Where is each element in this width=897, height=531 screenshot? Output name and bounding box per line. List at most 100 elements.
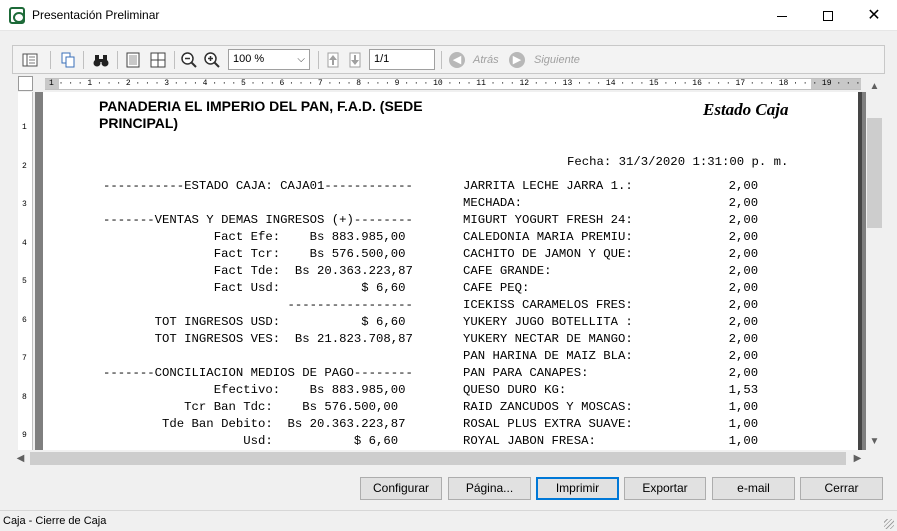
next-arrow-icon[interactable]: ▶ (509, 52, 525, 68)
horizontal-scrollbar[interactable]: ◀ ▶ (12, 450, 866, 467)
vertical-scroll-thumb[interactable] (867, 118, 882, 228)
horizontal-ruler: 1 · · · 1 · · · 2 · · · 3 · · · 4 · · · … (45, 78, 861, 90)
toolbar-separator (117, 51, 118, 69)
company-name: PANADERIA EL IMPERIO DEL PAN, F.A.D. (SE… (99, 98, 423, 131)
ruler-mark: 7 (22, 354, 27, 363)
copy-icon[interactable] (59, 51, 77, 69)
configurar-button[interactable]: Configurar (360, 477, 442, 500)
report-line: ICEKISS CARAMELOS FRES: 2,00 (463, 298, 759, 312)
ruler-mark: 3 (22, 200, 27, 209)
horizontal-scroll-thumb[interactable] (30, 452, 846, 465)
report-line: Fact Tcr: Bs 576.500,00 (103, 247, 406, 261)
scroll-right-icon[interactable]: ▶ (849, 450, 866, 467)
report-line: CAFE PEQ: 2,00 (463, 281, 759, 295)
ruler-mark: 5 (22, 277, 27, 286)
toolbar-separator (50, 51, 51, 69)
report-line: YUKERY NECTAR DE MANGO: 2,00 (463, 332, 759, 346)
last-page-icon[interactable] (346, 51, 364, 69)
resize-grip-icon[interactable] (884, 519, 894, 529)
report-line: PAN HARINA DE MAIZ BLA: 2,00 (463, 349, 759, 363)
ruler-mark: 8 (22, 393, 27, 402)
zoom-in-icon[interactable] (203, 51, 221, 69)
close-icon: ✕ (867, 7, 881, 24)
maximize-icon (823, 11, 833, 22)
maximize-button[interactable] (805, 0, 851, 31)
report-line (103, 348, 413, 365)
chevron-down-icon: ⌵ (297, 54, 305, 65)
cash-summary-column: -----------ESTADO CAJA: CAJA01----------… (103, 178, 413, 450)
preview-viewport[interactable]: PANADERIA EL IMPERIO DEL PAN, F.A.D. (SE… (35, 92, 866, 450)
report-line: CAFE GRANDE: 2,00 (463, 264, 759, 278)
toolbar-separator (318, 51, 319, 69)
back-arrow-icon[interactable]: ◀ (449, 52, 465, 68)
scroll-up-icon[interactable]: ▲ (866, 78, 883, 95)
page-shadow (858, 92, 862, 450)
report-line: JARRITA LECHE JARRA 1.: 2,00 (463, 179, 759, 193)
report-line: Fact Usd: $ 6,60 (103, 281, 406, 295)
report-line: ROYAL JABON FRESA: 1,00 (463, 434, 759, 448)
report-line: MECHADA: 2,00 (463, 196, 759, 210)
imprimir-button[interactable]: Imprimir (536, 477, 619, 500)
toolbar-separator (83, 51, 84, 69)
status-text: Caja - Cierre de Caja (3, 515, 107, 527)
binoculars-icon[interactable] (92, 51, 110, 69)
back-button[interactable]: Atrás (473, 54, 499, 66)
scroll-left-icon[interactable]: ◀ (12, 450, 29, 467)
cerrar-button[interactable]: Cerrar (800, 477, 883, 500)
toolbar-separator (174, 51, 175, 69)
minimize-icon (777, 15, 787, 17)
ruler-corner (18, 76, 33, 91)
report-line: RAID ZANCUDOS Y MOSCAS: 1,00 (463, 400, 759, 414)
minimize-button[interactable] (759, 0, 805, 31)
next-button[interactable]: Siguiente (534, 54, 580, 66)
report-line: ----------------- (103, 298, 413, 312)
report-line: -------VENTAS Y DEMAS INGRESOS (+)------… (103, 213, 413, 227)
scroll-down-icon[interactable]: ▼ (866, 433, 883, 450)
report-line: -------CONCILIACION MEDIOS DE PAGO------… (103, 366, 413, 380)
report-line: QUESO DURO KG: 1,53 (463, 383, 759, 397)
ruler-mark: 2 (22, 162, 27, 171)
report-line: YUKERY JUGO BOTELLITA : 2,00 (463, 315, 759, 329)
zoom-value: 100 % (233, 53, 265, 65)
product-list-column: JARRITA LECHE JARRA 1.: 2,00 MECHADA: 2,0… (463, 178, 758, 450)
close-button[interactable]: ✕ (851, 0, 897, 31)
vertical-scrollbar[interactable]: ▲ ▼ (866, 78, 883, 450)
zoom-select[interactable]: 100 % ⌵ (228, 49, 310, 70)
outline-toggle-icon[interactable] (21, 51, 39, 69)
ruler-mark: 4 (22, 239, 27, 248)
report-line: Fact Tde: Bs 20.363.223,87 (103, 264, 413, 278)
report-title: Estado Caja (703, 100, 789, 119)
window-title: Presentación Preliminar (32, 8, 160, 22)
email-button[interactable]: e-mail (712, 477, 795, 500)
toolbar-separator (441, 51, 442, 69)
report-line: PAN PARA CANAPES: 2,00 (463, 366, 759, 380)
report-page: PANADERIA EL IMPERIO DEL PAN, F.A.D. (SE… (43, 92, 858, 450)
report-date: Fecha: 31/3/2020 1:31:00 p. m. (567, 155, 789, 169)
title-bar: Presentación Preliminar ✕ (0, 0, 897, 31)
preview-toolbar: 100 % ⌵ 1/1 ◀ Atrás ▶ Siguiente (12, 45, 885, 74)
zoom-out-icon[interactable] (180, 51, 198, 69)
app-icon (9, 7, 25, 24)
pagina-button[interactable]: Página... (448, 477, 531, 500)
first-page-icon[interactable] (324, 51, 342, 69)
multi-page-icon[interactable] (149, 51, 167, 69)
report-line (103, 195, 413, 212)
report-line: CALEDONIA MARIA PREMIU: 2,00 (463, 230, 759, 244)
ruler-mark: 1 (22, 123, 27, 132)
report-line: Efectivo: Bs 883.985,00 (103, 383, 406, 397)
report-line: TOT INGRESOS VES: Bs 21.823.708,87 (103, 332, 413, 346)
report-line: CACHITO DE JAMON Y QUE: 2,00 (463, 247, 759, 261)
ruler-marks: 1 · · · 1 · · · 2 · · · 3 · · · 4 · · · … (49, 79, 861, 88)
vertical-ruler: 1 2 3 4 5 6 7 8 9 (18, 92, 33, 450)
single-page-icon[interactable] (124, 51, 142, 69)
report-line: TOT INGRESOS USD: $ 6,60 (103, 315, 406, 329)
ruler-mark: 6 (22, 316, 27, 325)
status-bar: Caja - Cierre de Caja (0, 510, 897, 531)
exportar-button[interactable]: Exportar (624, 477, 706, 500)
report-line: Usd: $ 6,60 (103, 434, 399, 448)
report-line: Fact Efe: Bs 883.985,00 (103, 230, 406, 244)
ruler-mark: 9 (22, 431, 27, 440)
report-line: Tcr Ban Tdc: Bs 576.500,00 (103, 400, 399, 414)
page-number-input[interactable]: 1/1 (369, 49, 435, 70)
report-line: MIGURT YOGURT FRESH 24: 2,00 (463, 213, 759, 227)
